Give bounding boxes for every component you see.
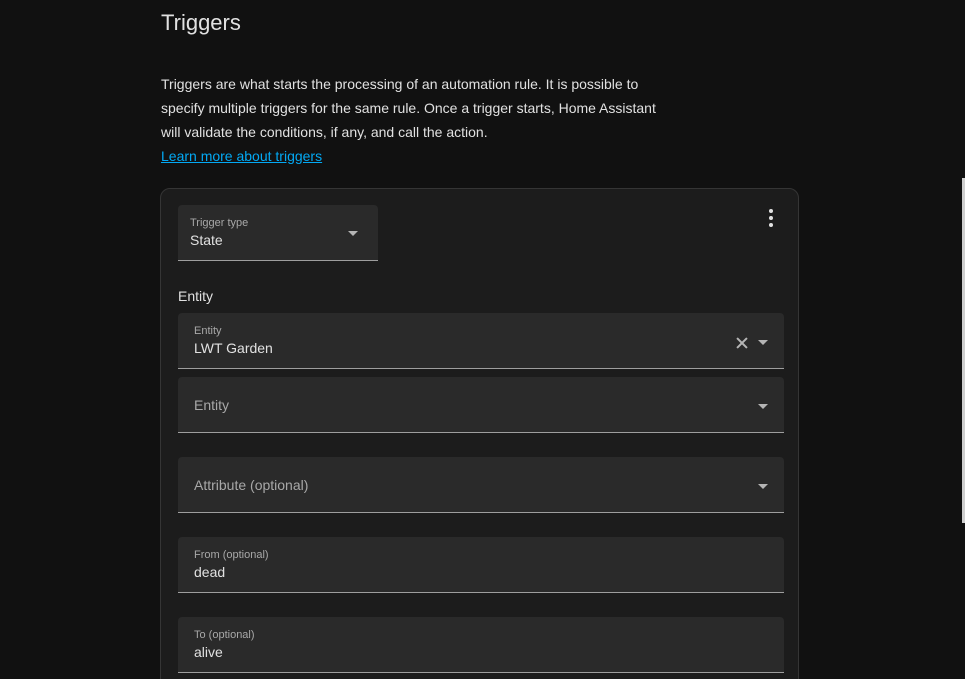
attribute-placeholder: Attribute (optional) [194,477,309,493]
entity-field-value: LWT Garden [194,340,273,356]
from-field-value: dead [194,564,226,580]
chevron-down-icon [348,231,358,236]
trigger-type-value: State [190,232,223,248]
attribute-select[interactable]: Attribute (optional) [178,457,784,513]
section-intro: Triggers are what starts the processing … [161,72,671,168]
chevron-down-icon[interactable] [758,484,768,489]
chevron-down-icon[interactable] [758,404,768,409]
entity-add-placeholder: Entity [194,397,230,413]
entity-select[interactable]: Entity LWT Garden [178,313,784,369]
from-field-label: From (optional) [194,549,269,561]
entity-add-select[interactable]: Entity [178,377,784,433]
trigger-type-label: Trigger type [190,217,249,229]
trigger-type-select[interactable]: Trigger type State [178,205,378,261]
entity-heading: Entity [178,288,214,304]
entity-field-label: Entity [194,325,222,337]
close-icon[interactable] [735,336,749,350]
learn-more-link[interactable]: Learn more about triggers [161,144,322,168]
section-description: Triggers are what starts the processing … [161,76,656,140]
dots-vertical-icon[interactable] [761,207,781,229]
to-field-value: alive [194,644,223,660]
trigger-card: Trigger type State Entity Entity LWT Gar… [160,188,799,679]
to-field-label: To (optional) [194,629,255,641]
from-input[interactable]: From (optional) dead [178,537,784,593]
automation-editor-page: Triggers Triggers are what starts the pr… [0,0,965,679]
to-input[interactable]: To (optional) alive [178,617,784,673]
section-title: Triggers [161,10,241,35]
chevron-down-icon[interactable] [758,340,768,345]
